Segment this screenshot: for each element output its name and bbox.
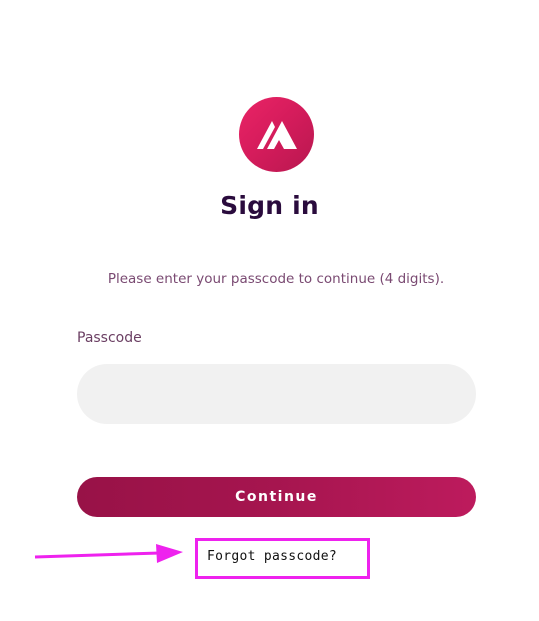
brand-logo [239, 97, 314, 172]
mountain-peaks-icon [257, 121, 297, 149]
instructions-text: Please enter your passcode to continue (… [107, 271, 445, 287]
passcode-input[interactable] [77, 364, 476, 424]
annotation-arrow-icon [34, 544, 183, 563]
forgot-passcode-link[interactable]: Forgot passcode? [195, 538, 370, 579]
passcode-label: Passcode [77, 330, 142, 346]
continue-button[interactable]: Continue [77, 477, 476, 517]
page-title: Sign in [220, 191, 319, 220]
